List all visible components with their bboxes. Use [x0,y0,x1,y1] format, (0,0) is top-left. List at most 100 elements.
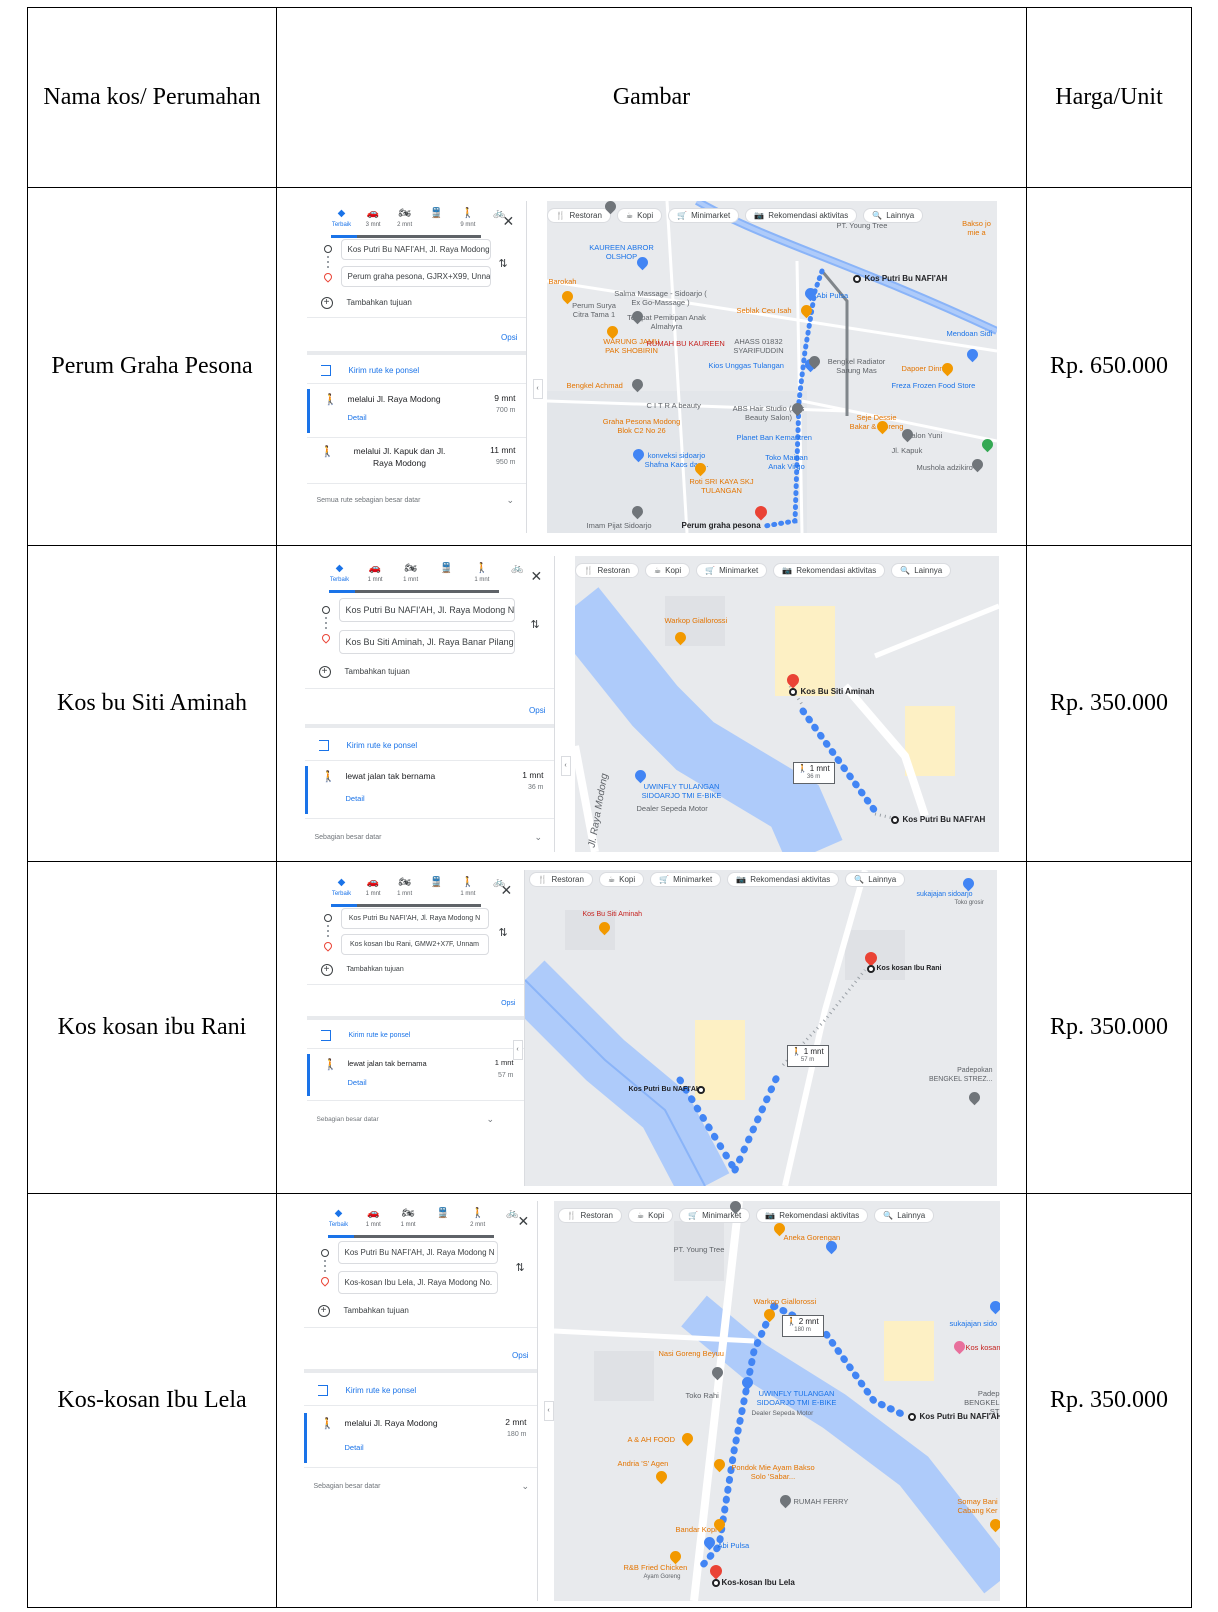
origin-marker[interactable] [890,815,899,824]
mode-walk[interactable]: 🚶 2 mnt [467,1207,489,1235]
filter-chip[interactable]: 🔍 Lainnya [891,562,952,578]
filter-chip[interactable]: 📷 Rekomendasi aktivitas [756,1207,869,1223]
options-link[interactable]: Opsi [529,706,545,715]
origin-input[interactable]: Kos Putri Bu NAFI'AH, Jl. Raya Modong N [340,238,491,260]
mode-transit[interactable]: 🚆 [425,207,447,235]
origin-input[interactable]: Kos Putri Bu NAFI'AH, Jl. Raya Modong N [337,1240,498,1264]
filter-chip[interactable]: ☕ Kopi [644,562,691,578]
mode-car[interactable]: 🚗 1 mnt [362,1207,384,1235]
destination-marker[interactable] [711,1578,720,1587]
destination-marker[interactable] [866,964,875,973]
mode-motorbike[interactable]: 🏍 1 mnt [397,1207,419,1235]
mode-walk[interactable]: 🚶 1 mnt [471,562,493,590]
close-icon[interactable]: ✕ [518,1213,530,1230]
route-option[interactable]: 🚶 lewat jalan tak bernama 1 mnt 57 m Det… [306,1053,524,1096]
origin-marker[interactable] [907,1412,916,1421]
close-icon[interactable]: ✕ [531,568,543,585]
walk-time-bubble: 🚶 1 mnt 36 m [792,761,835,784]
swap-icon[interactable]: ⇅ [499,257,508,270]
send-route-button[interactable]: Kirim rute ke ponsel [320,1029,410,1041]
send-route-button[interactable]: Kirim rute ke ponsel [320,364,419,376]
filter-chip[interactable]: 📷 Rekomendasi aktivitas [773,562,886,578]
options-link[interactable]: Opsi [501,1000,515,1007]
mode-car[interactable]: 🚗 1 mnt [362,876,384,904]
origin-input[interactable]: Kos Putri Bu NAFI'AH, Jl. Raya Modong N [340,907,489,929]
close-icon[interactable]: ✕ [501,882,513,899]
origin-marker[interactable] [696,1085,705,1094]
chevron-down-icon[interactable]: ⌄ [507,495,515,506]
mode-directions[interactable]: ◆ Terbaik [328,1207,350,1235]
add-destination-button[interactable]: + Tambahkan tujuan [320,963,404,976]
row-name: Kos kosan ibu Rani [27,861,277,1194]
add-destination-button[interactable]: + Tambahkan tujuan [317,1304,409,1317]
filter-chip[interactable]: 🍴 Restoran [557,1207,622,1223]
filter-chip[interactable]: ☕ Kopi [616,207,663,223]
mode-transit[interactable]: 🚆 [432,1207,454,1235]
origin-marker[interactable] [852,274,861,283]
mode-transit[interactable]: 🚆 [425,876,447,904]
map-view[interactable]: 🍴 Restoran ☕ Kopi 🛒 Minimarket 📷 Rekomendasi ak… [574,555,999,852]
destination-marker[interactable] [788,687,797,696]
detail-link[interactable]: Detail [348,1078,367,1087]
filter-chip[interactable]: 🛒 Minimarket [696,562,768,578]
filter-chip[interactable]: 🍴 Restoran [546,207,611,223]
filter-chip[interactable]: 🍴 Restoran [528,871,593,887]
mode-walk[interactable]: 🚶 9 mnt [457,207,479,235]
filter-chip[interactable]: ☕ Kopi [598,871,645,887]
route-option[interactable]: 🚶 melalui Jl. Kapuk dan Jl. Raya Modong … [307,441,526,481]
filter-chip[interactable]: 🍴 Restoran [574,562,639,578]
swap-icon[interactable]: ⇅ [531,618,540,631]
route-option[interactable]: 🚶 melalui Jl. Raya Modong 9 mnt 700 m De… [306,388,526,433]
chevron-down-icon[interactable]: ⌄ [535,832,543,843]
swap-icon[interactable]: ⇅ [516,1261,525,1274]
origin-input[interactable]: Kos Putri Bu NAFI'AH, Jl. Raya Modong N [338,597,515,622]
collapse-panel-button[interactable]: ‹ [512,1039,523,1060]
chevron-down-icon[interactable]: ⌄ [487,1114,495,1125]
filter-chip[interactable]: ☕ Kopi [627,1207,674,1223]
filter-chip[interactable]: 🔍 Lainnya [845,871,906,887]
mode-directions[interactable]: ◆ Terbaik [331,876,353,904]
mode-car[interactable]: 🚗 3 mnt [362,207,384,235]
destination-input[interactable]: Kos kosan Ibu Rani, GMW2+X7F, Unnam [340,933,489,955]
collapse-panel-button[interactable]: ‹ [532,378,543,399]
detail-link[interactable]: Detail [348,413,367,422]
detail-link[interactable]: Detail [346,794,365,803]
add-destination-button[interactable]: + Tambahkan tujuan [320,296,412,309]
collapse-panel-button[interactable]: ‹ [543,1400,554,1421]
filter-chip[interactable]: 🛒 Minimarket [650,871,722,887]
mode-motorbike[interactable]: 🏍 2 mnt [394,207,416,235]
collapse-panel-button[interactable]: ‹ [560,755,571,776]
map-view[interactable]: 🍴 Restoran ☕ Kopi 🛒 Minimarket 📷 Rekomendasi ak… [553,1200,1000,1601]
route-option[interactable]: 🚶 lewat jalan tak bernama 1 mnt 36 m Det… [304,765,554,814]
mode-car[interactable]: 🚗 1 mnt [364,562,386,590]
detail-link[interactable]: Detail [345,1443,364,1452]
options-link[interactable]: Opsi [512,1351,528,1360]
mode-motorbike[interactable]: 🏍 1 mnt [394,876,416,904]
filter-chip[interactable]: 🔍 Lainnya [874,1207,935,1223]
close-icon[interactable]: ✕ [503,213,515,230]
add-destination-button[interactable]: + Tambahkan tujuan [318,665,410,678]
map-view[interactable]: 🍴 Restoran ☕ Kopi 🛒 Minimarket 📷 Rekomendasi ak… [546,200,997,533]
mode-walk[interactable]: 🚶 1 mnt [457,876,479,904]
send-route-button[interactable]: Kirim rute ke ponsel [317,1384,416,1396]
mode-transit[interactable]: 🚆 [435,562,457,590]
filter-chip[interactable]: 📷 Rekomendasi aktivitas [727,871,840,887]
mode-bike[interactable]: 🚲 [506,562,528,590]
mode-directions[interactable]: ◆ Terbaik [329,562,351,590]
destination-input[interactable]: Kos-kosan Ibu Lela, Jl. Raya Modong No. [337,1270,498,1294]
directions-icon: ◆ [335,563,344,574]
cart-icon: 🛒 [705,565,716,575]
destination-input[interactable]: Perum graha pesona, GJRX+X99, Unnam [340,265,491,287]
filter-chip[interactable]: 🛒 Minimarket [668,207,740,223]
send-route-button[interactable]: Kirim rute ke ponsel [318,739,417,751]
chevron-down-icon[interactable]: ⌄ [522,1481,530,1492]
map-view[interactable]: 🍴 Restoran ☕ Kopi 🛒 Minimarket 📷 Rekomendasi ak… [524,869,997,1186]
send-to-phone-icon [317,1384,328,1396]
route-option[interactable]: 🚶 melalui Jl. Raya Modong 2 mnt 180 m De… [303,1412,537,1463]
search-icon: 🔍 [883,1210,894,1220]
mode-directions[interactable]: ◆ Terbaik [331,207,353,235]
swap-icon[interactable]: ⇅ [499,926,508,939]
mode-motorbike[interactable]: 🏍 1 mnt [400,562,422,590]
options-link[interactable]: Opsi [501,333,517,342]
destination-input[interactable]: Kos Bu Siti Aminah, Jl. Raya Banar Pilan… [338,629,515,654]
